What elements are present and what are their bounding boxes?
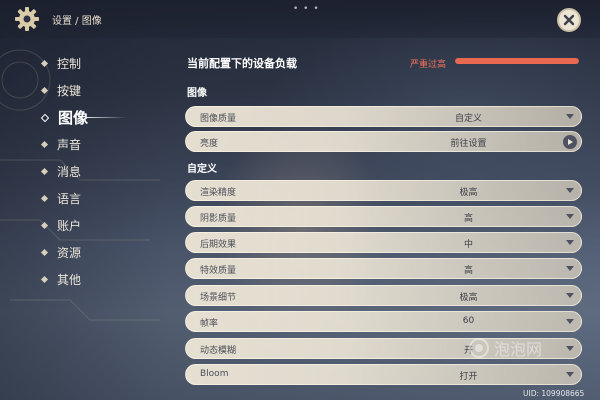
sidebar-item-account[interactable]: 账户	[40, 212, 88, 239]
sidebar-item-language[interactable]: 语言	[40, 185, 88, 212]
section-title-graphics: 图像	[187, 88, 207, 99]
close-icon	[563, 14, 575, 26]
diamond-icon	[40, 140, 49, 149]
setting-value: 自定义	[454, 114, 482, 124]
diamond-icon	[40, 113, 50, 122]
sidebar-item-graphics[interactable]: 图像	[40, 104, 127, 131]
setting-row-post-processing[interactable]: 后期效果 中	[185, 232, 582, 253]
diamond-icon	[40, 194, 49, 203]
diamond-icon	[40, 167, 49, 176]
sidebar-item-audio[interactable]: 声音	[40, 131, 88, 158]
device-load-bar	[455, 58, 579, 64]
sidebar-item-label: 语言	[57, 192, 82, 206]
chevron-down-icon	[563, 236, 577, 250]
setting-row-scene-detail[interactable]: 场景细节 极高	[185, 285, 582, 306]
sidebar-item-label: 其他	[57, 273, 82, 287]
sidebar-item-label: 控制	[57, 57, 82, 71]
chevron-down-icon	[563, 262, 577, 276]
setting-value: 60	[462, 316, 475, 326]
settings-sidebar: 控制 按键 图像 声音 消息 语言 账户 资源 其他	[40, 50, 127, 293]
sidebar-item-label: 账户	[57, 219, 82, 233]
setting-row-brightness[interactable]: 亮度 前往设置	[185, 131, 582, 152]
section-title-custom: 自定义	[187, 164, 217, 175]
setting-row-graphics-quality[interactable]: 图像质量 自定义	[185, 106, 582, 127]
setting-label: 后期效果	[200, 240, 237, 250]
setting-label: 帧率	[200, 319, 219, 329]
setting-value: 极高	[459, 188, 478, 198]
setting-label: 渲染精度	[200, 188, 237, 198]
device-load-title: 当前配置下的设备负载	[187, 57, 297, 70]
setting-row-frame-rate[interactable]: 帧率 60	[185, 311, 582, 332]
sidebar-item-label: 消息	[57, 165, 82, 179]
gear-icon	[15, 7, 39, 31]
chevron-down-icon	[563, 368, 577, 382]
close-button[interactable]	[557, 8, 581, 32]
watermark-text: 泡泡网	[494, 340, 543, 359]
setting-label: Bloom	[200, 369, 229, 379]
sidebar-item-keybindings[interactable]: 按键	[40, 77, 88, 104]
sidebar-item-messages[interactable]: 消息	[40, 158, 88, 185]
setting-label: 特效质量	[200, 266, 237, 276]
user-id-label: UID: 109908665	[523, 389, 585, 398]
top-bar: 设置 / 图像 • • •	[0, 0, 600, 38]
setting-value: 高	[463, 266, 473, 276]
breadcrumb: 设置 / 图像	[52, 16, 102, 27]
chevron-down-icon	[563, 289, 577, 303]
setting-label: 图像质量	[200, 114, 237, 124]
play-arrow-icon	[563, 135, 577, 149]
setting-label: 动态模糊	[200, 346, 237, 356]
sidebar-item-resources[interactable]: 资源	[40, 239, 88, 266]
sidebar-item-label: 图像	[58, 109, 89, 127]
sidebar-item-other[interactable]: 其他	[40, 266, 88, 293]
setting-label: 亮度	[200, 139, 219, 149]
drag-handle[interactable]: • • •	[293, 4, 320, 14]
diamond-icon	[40, 275, 49, 284]
device-load-bar-fill	[455, 58, 579, 64]
setting-value: 打开	[459, 372, 478, 382]
chevron-down-icon	[563, 315, 577, 329]
setting-value: 中	[463, 240, 473, 250]
sidebar-item-label: 资源	[57, 246, 82, 260]
diamond-icon	[40, 86, 49, 95]
watermark-logo-icon	[469, 338, 489, 358]
diamond-icon	[40, 248, 49, 257]
diamond-icon	[40, 221, 49, 230]
setting-row-shadow-quality[interactable]: 阴影质量 高	[185, 206, 582, 227]
setting-value: 高	[463, 214, 473, 224]
chevron-down-icon	[563, 210, 577, 224]
diamond-icon	[40, 59, 49, 68]
setting-label: 阴影质量	[200, 214, 237, 224]
chevron-down-icon	[563, 110, 577, 124]
setting-row-bloom[interactable]: Bloom 打开	[185, 364, 582, 385]
sidebar-item-label: 声音	[57, 138, 82, 152]
setting-value: 极高	[459, 293, 478, 303]
chevron-down-icon	[563, 184, 577, 198]
watermark: 泡泡网	[468, 336, 542, 360]
sidebar-item-label: 按键	[57, 84, 82, 98]
device-load-status: 严重过高	[410, 60, 447, 70]
chevron-down-icon	[563, 342, 577, 356]
setting-row-render-resolution[interactable]: 渲染精度 极高	[185, 180, 582, 201]
sidebar-item-controls[interactable]: 控制	[40, 50, 88, 77]
setting-value: 前往设置	[450, 139, 487, 149]
setting-row-effects-quality[interactable]: 特效质量 高	[185, 258, 582, 279]
setting-label: 场景细节	[200, 293, 237, 303]
